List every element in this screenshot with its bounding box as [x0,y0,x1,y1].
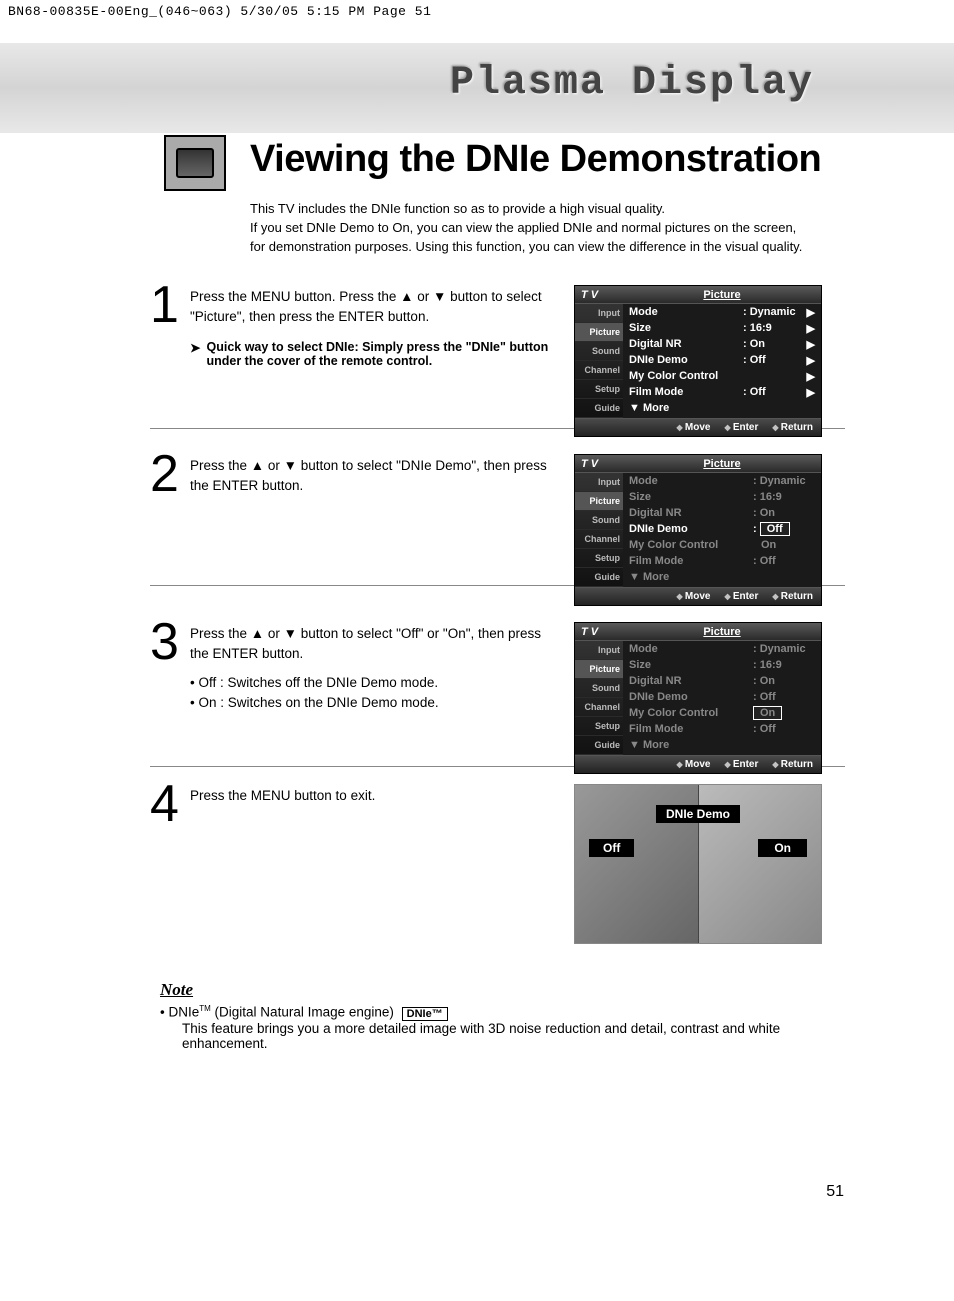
demo-title-badge: DNIe Demo [656,805,740,823]
osd-row-film: Film Mode [629,386,743,398]
chevron-right-icon: ▶ [805,338,815,351]
osd-title: Picture [623,626,821,638]
step-number: 4 [150,782,190,826]
step-number: 3 [150,620,190,664]
osd-tab-channel: Channel [575,361,623,380]
osd-sidebar: Input Picture Sound Channel Setup Guide [575,304,623,418]
osd-tv-label: T V [575,289,623,301]
osd-option-off: Off [760,691,776,703]
note-line-1: • DNIeTM (Digital Natural Image engine) … [160,1004,800,1021]
osd-row-dnr: Digital NR [629,338,743,350]
note-heading: Note [160,980,800,1000]
chevron-right-icon: ▶ [805,354,815,367]
demo-off-badge: Off [589,839,634,857]
step-text: Press the MENU button. Press the ▲ or ▼ … [190,283,560,326]
osd-row-dnie-sel: DNIe Demo [629,523,753,535]
note-section: Note • DNIeTM (Digital Natural Image eng… [160,980,800,1051]
osd-panel-2: T V Picture Input Picture Sound Channel … [574,454,822,606]
osd-foot-enter: Enter [724,422,758,433]
step-text: Press the MENU button to exit. [190,782,560,806]
osd-row-mcc: My Color Control [629,370,743,382]
bullet-on: • On : Switches on the DNIe Demo mode. [190,693,560,713]
osd-sidebar: Input Picture Sound Channel Setup Guide [575,641,623,755]
osd-tab-input: Input [575,304,623,323]
osd-foot-move: Move [677,422,711,433]
dnie-badge-icon: DNIe™ [402,1007,448,1021]
osd-row-mode: Mode [629,306,743,318]
osd-tab-sound: Sound [575,342,623,361]
osd-panel-3: T V Picture Input Picture Sound Channel … [574,622,822,774]
osd-row-dnie: DNIe Demo [629,354,743,366]
osd-title: Picture [623,458,821,470]
osd-panel-1: T V Picture Input Picture Sound Channel … [574,285,822,437]
osd-option-off: Off [760,522,790,536]
chevron-right-icon: ▶ [805,322,815,335]
chevron-right-icon: ▶ [805,306,815,319]
tv-icon [164,135,226,191]
osd-tab-picture: Picture [575,323,623,342]
osd-row-dnie: DNIe Demo [629,691,753,703]
intro-line-2: If you set DNIe Demo to On, you can view… [250,219,810,257]
demo-on-badge: On [758,839,807,857]
osd-tv-label: T V [575,626,623,638]
note-line-2: This feature brings you a more detailed … [160,1021,800,1051]
dnie-demo-preview: DNIe Demo Off On [574,784,822,944]
osd-tv-label: T V [575,458,623,470]
osd-option-on-sel: On [753,706,782,720]
step-number: 2 [150,452,190,496]
print-header: BN68-00835E-00Eng_(046~063) 5/30/05 5:15… [0,0,954,23]
osd-title: Picture [623,289,821,301]
tip-arrow-icon: ➤ [190,340,200,368]
osd-tab-setup: Setup [575,380,623,399]
chevron-right-icon: ▶ [805,386,815,399]
osd-foot-return: Return [772,422,813,433]
osd-row-size: Size [629,322,743,334]
intro-line-1: This TV includes the DNIe function so as… [250,200,810,219]
intro-text: This TV includes the DNIe function so as… [250,200,810,257]
osd-sidebar: Input Picture Sound Channel Setup Guide [575,473,623,587]
step-number: 1 [150,283,190,327]
page-title: Viewing the DNIe Demonstration [250,138,821,181]
banner-title: Plasma Display [450,61,814,106]
step-text: Press the ▲ or ▼ button to select "DNIe … [190,452,560,495]
chevron-right-icon: ▶ [805,370,815,383]
banner-strip: Plasma Display [0,43,954,133]
page-number: 51 [826,1183,844,1201]
bullet-off: • Off : Switches off the DNIe Demo mode. [190,673,560,693]
quick-tip: ➤ Quick way to select DNIe: Simply press… [190,340,550,368]
osd-tab-guide: Guide [575,399,623,418]
osd-row-more: ▼ More [629,402,815,414]
osd-option-on: On [753,539,776,551]
tip-text: Quick way to select DNIe: Simply press t… [206,340,550,368]
step-text: Press the ▲ or ▼ button to select "Off" … [190,620,560,712]
